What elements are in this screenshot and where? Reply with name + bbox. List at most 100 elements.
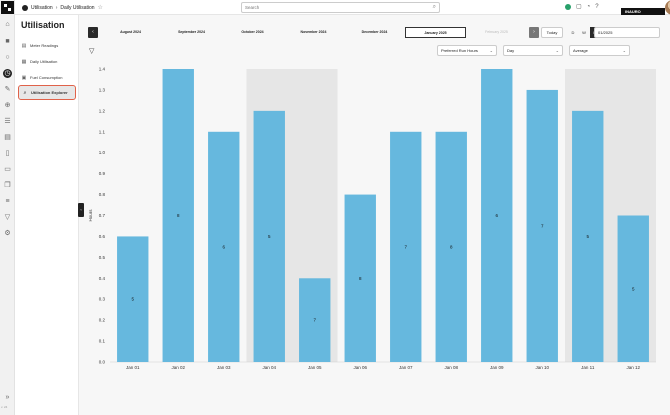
breadcrumb: Utilisation › Daily Utilisation ☆ [22, 3, 103, 12]
utilisation-bar-chart: 0.0 0.1 0.2 0.3 0.4 0.5 0.6 0.7 0.8 0.9 1.0 1.1 1.2 1… [88, 67, 656, 370]
x-tick-label: Jan 05 [308, 365, 322, 370]
week-view-button[interactable]: W [579, 27, 589, 38]
table-icon[interactable]: ▤ [3, 133, 12, 142]
today-button[interactable]: Today [541, 27, 563, 38]
interval-select-value: Day [507, 48, 515, 53]
chevron-down-icon: ⌄ [555, 48, 559, 53]
y-tick-label: 0.2 [99, 318, 106, 323]
sidebar-item-label: Utilisation Explorer [31, 90, 68, 95]
chevron-down-icon: ⌄ [622, 48, 626, 53]
sidebar-item-daily-utilisation[interactable]: ▦ Daily Utilisation [18, 54, 76, 69]
x-tick-label: Jan 09 [490, 365, 504, 370]
x-tick-label: Jan 11 [581, 365, 595, 370]
month-tab-selected[interactable]: January 2025 [405, 27, 466, 38]
status-icon[interactable] [565, 3, 571, 10]
metric-select[interactable]: Preferred Run Hours ⌄ [437, 45, 497, 56]
search-input[interactable] [245, 5, 415, 10]
module-icon [22, 4, 28, 11]
breadcrumb-item[interactable]: Daily Utilisation [60, 5, 94, 11]
x-tick-label: Jan 02 [171, 365, 185, 370]
search-box[interactable]: ⌕ [241, 2, 440, 13]
x-tick-label: Jan 08 [444, 365, 458, 370]
calendar-icon: ▦ [21, 58, 27, 65]
settings-icon[interactable]: ⚙ [3, 229, 12, 238]
y-tick-label: 0.9 [99, 171, 106, 176]
sidebar-item-meter-readings[interactable]: ▤ Meter Readings [18, 38, 76, 53]
zoom-icon[interactable]: ⊕ [3, 101, 12, 110]
sidebar-item-fuel-consumption[interactable]: ▣ Fuel Consumption [18, 70, 76, 85]
month-tab[interactable]: August 2024 [100, 27, 161, 38]
month-tab[interactable]: February 2025 [466, 27, 527, 38]
aggregation-select[interactable]: Average ⌄ [569, 45, 630, 56]
help-icon[interactable]: ? [595, 4, 598, 10]
y-tick-label: 1.2 [99, 108, 106, 113]
month-tab[interactable]: October 2024 [222, 27, 283, 38]
metric-select-value: Preferred Run Hours [441, 48, 478, 53]
top-icons: ▢ ◔ ? [565, 3, 599, 10]
x-tick-label: Jan 12 [626, 365, 640, 370]
y-tick-label: 0.1 [99, 339, 106, 344]
y-tick-label: 1.0 [99, 150, 106, 155]
next-month-button[interactable]: › [529, 27, 539, 38]
clipboard-icon: ▤ [21, 42, 27, 49]
date-input[interactable]: 01/2025 [594, 27, 660, 38]
bell-icon[interactable]: ◔ [587, 4, 591, 10]
home-icon[interactable]: ⌂ [3, 20, 12, 29]
search-icon: ⌕ [432, 4, 436, 10]
chevron-right-icon: › [55, 4, 58, 11]
month-navigator: ‹ August 2024 September 2024 October 202… [88, 27, 539, 38]
month-tab[interactable]: December 2024 [344, 27, 405, 38]
breadcrumb-item[interactable]: Utilisation [31, 5, 53, 11]
app-rail: ⌂ ■ ○ ◷ ✎ ⊕ ☰ ▤ ▯ ▭ ❐ ≡ ▽ ⚙ » v. 24 [0, 0, 15, 415]
x-tick-label: Jan 04 [262, 365, 276, 370]
avatar[interactable] [665, 0, 670, 15]
y-tick-label: 0.7 [99, 213, 106, 218]
app-logo-icon[interactable] [1, 1, 14, 14]
interval-select[interactable]: Day ⌄ [503, 45, 563, 56]
y-tick-label: 0.0 [99, 360, 106, 365]
sliders-icon[interactable]: ≡ [3, 197, 12, 206]
y-tick-label: 1.1 [99, 129, 106, 134]
copy-icon[interactable]: ❐ [3, 181, 12, 190]
y-tick-label: 1.3 [99, 87, 106, 92]
month-tab[interactable]: September 2024 [161, 27, 222, 38]
sidebar-item-utilisation-explorer[interactable]: ⌕ Utilisation Explorer [18, 85, 76, 100]
chevron-down-icon: ⌄ [489, 48, 493, 53]
version-label: v. 24 [1, 405, 8, 409]
y-tick-label: 0.6 [99, 234, 106, 239]
search-icon[interactable]: ○ [3, 53, 12, 62]
report-icon[interactable]: ▭ [3, 165, 12, 174]
filter-icon[interactable]: ▽ [89, 47, 94, 55]
filter-icon[interactable]: ▽ [3, 213, 12, 222]
sidebar-item-label: Fuel Consumption [30, 75, 63, 80]
document-icon[interactable]: ▯ [3, 149, 12, 158]
month-tab[interactable]: November 2024 [283, 27, 344, 38]
sidebar-item-label: Meter Readings [30, 43, 59, 48]
prev-month-button[interactable]: ‹ [88, 27, 98, 38]
list-icon[interactable]: ☰ [3, 117, 12, 126]
y-tick-label: 0.4 [99, 276, 106, 281]
aggregation-select-value: Average [573, 48, 588, 53]
day-view-button[interactable]: D [568, 27, 578, 38]
x-tick-label: Jan 07 [399, 365, 413, 370]
y-tick-label: 1.4 [99, 67, 106, 72]
y-tick-label: 0.3 [99, 297, 106, 302]
fuel-icon: ▣ [21, 74, 27, 81]
x-tick-label: Jan 06 [353, 365, 367, 370]
wrench-icon[interactable]: ✎ [3, 85, 12, 94]
star-icon[interactable]: ☆ [98, 4, 103, 11]
x-tick-label: Jan 01 [126, 365, 140, 370]
x-tick-label: Jan 10 [535, 365, 549, 370]
expand-icon[interactable]: » [3, 393, 12, 402]
y-tick-label: 0.8 [99, 192, 106, 197]
grid-icon[interactable]: ■ [3, 37, 12, 46]
magnifier-icon: ⌕ [23, 89, 27, 96]
sidebar: Utilisation ▤ Meter Readings ▦ Daily Uti… [15, 15, 79, 415]
page-title: Utilisation [21, 20, 65, 30]
clock-icon[interactable]: ◷ [3, 69, 12, 78]
y-axis-label: Hours [88, 209, 93, 222]
y-tick-label: 0.5 [99, 255, 106, 260]
top-bar: Utilisation › Daily Utilisation ☆ ⌕ ▢ ◔ … [15, 0, 670, 15]
brand-badge: INAURO [621, 8, 665, 15]
screen-icon[interactable]: ▢ [576, 3, 582, 10]
